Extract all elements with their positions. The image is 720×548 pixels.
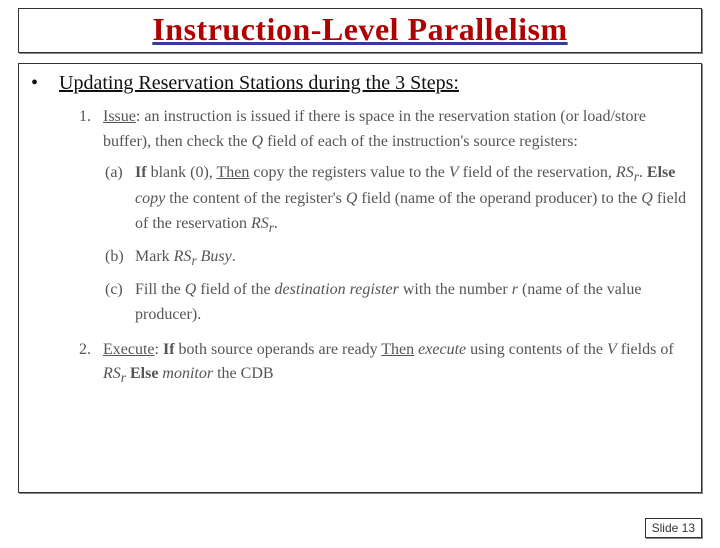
sub-item-a: (a) If blank (0), Then copy the register… (105, 161, 689, 239)
item-1-text: Issue: an instruction is issued if there… (103, 105, 689, 155)
num-label: 1. (79, 105, 103, 155)
slide-title: Instruction-Level Parallelism (19, 11, 701, 48)
list-item-1: 1. Issue: an instruction is issued if th… (79, 105, 689, 155)
sub-label: (c) (105, 278, 135, 328)
sub-item-c: (c) Fill the Q field of the destination … (105, 278, 689, 328)
slide-number: Slide 13 (645, 518, 702, 538)
sub-list: (a) If blank (0), Then copy the register… (105, 161, 689, 328)
sub-c-text: Fill the Q field of the destination regi… (135, 278, 689, 328)
bullet-row: • Updating Reservation Stations during t… (31, 72, 689, 95)
sub-item-b: (b) Mark RSr Busy. (105, 245, 689, 272)
bullet-text: Updating Reservation Stations during the… (59, 72, 459, 95)
list-item-2: 2. Execute: If both source operands are … (79, 338, 689, 390)
sub-a-text: If blank (0), Then copy the registers va… (135, 161, 689, 239)
sub-b-text: Mark RSr Busy. (135, 245, 236, 272)
bullet-marker: • (31, 72, 59, 95)
title-box: Instruction-Level Parallelism (18, 8, 702, 53)
body-text: 1. Issue: an instruction is issued if th… (79, 105, 689, 389)
sub-label: (a) (105, 161, 135, 239)
item-2-text: Execute: If both source operands are rea… (103, 338, 689, 390)
content-box: • Updating Reservation Stations during t… (18, 63, 702, 493)
num-label: 2. (79, 338, 103, 390)
sub-label: (b) (105, 245, 135, 272)
